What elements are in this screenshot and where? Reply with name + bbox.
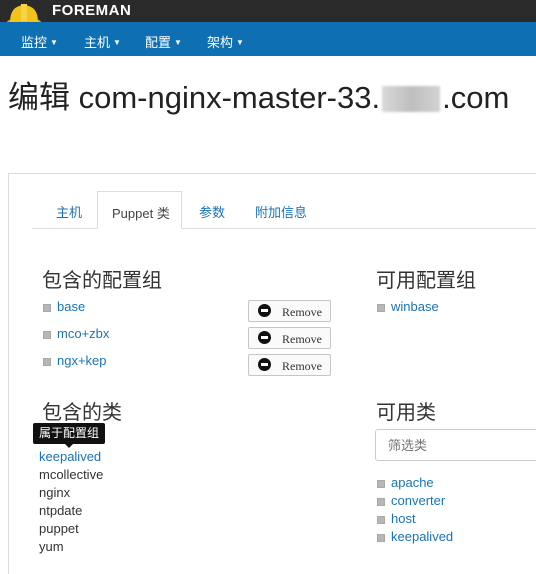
included-classes-heading: 包含的类 [42,402,122,424]
available-class-link[interactable]: keepalived [391,529,453,544]
available-class-link[interactable]: converter [391,493,445,508]
minus-circle-icon [258,331,271,344]
bullet-icon [377,480,385,488]
bullet-icon [377,516,385,524]
remove-label: Remove [282,305,322,319]
bullet-icon [377,304,385,312]
minus-circle-icon [258,304,271,317]
caret-down-icon: ▼ [174,38,182,47]
bullet-icon [43,358,51,366]
available-class-link[interactable]: host [391,511,416,526]
bullet-icon [43,304,51,312]
class-item[interactable]: ntpdate [39,503,82,518]
available-class-link[interactable]: apache [391,475,434,490]
nav-menu-label: 配置 [145,35,172,50]
main-nav: 监控 ▼ 主机 ▼ 配置 ▼ 架构 ▼ [0,22,536,56]
nav-menu-label: 架构 [207,35,234,50]
remove-config-group-button[interactable]: Remove [248,327,331,349]
tooltip: 属于配置组 [33,423,106,444]
available-config-group-link[interactable]: winbase [391,299,439,314]
nav-menu-infrastructure[interactable]: 架构 ▼ [207,32,244,51]
page-title-suffix: .com [442,80,510,115]
caret-down-icon: ▼ [50,38,58,47]
tab-puppet-classes[interactable]: Puppet 类 [97,191,182,229]
caret-down-icon: ▼ [113,38,121,47]
nav-menu-label: 监控 [21,35,48,50]
class-item[interactable]: puppet [39,521,79,536]
filter-classes-input[interactable] [375,429,536,461]
class-item[interactable]: keepalived [39,449,101,464]
included-config-groups-heading: 包含的配置组 [42,270,162,292]
remove-label: Remove [282,359,322,373]
caret-down-icon: ▼ [236,38,244,47]
remove-config-group-button[interactable]: Remove [248,300,331,322]
config-group-link[interactable]: base [57,299,85,314]
nav-menu-configure[interactable]: 配置 ▼ [145,32,182,51]
remove-config-group-button[interactable]: Remove [248,354,331,376]
bullet-icon [377,498,385,506]
brand-bar: FOREMAN [0,0,536,26]
config-group-link[interactable]: ngx+kep [57,353,107,368]
page-title: 编辑 com-nginx-master-33. .com [8,72,509,117]
class-item[interactable]: mcollective [39,467,103,482]
config-group-link[interactable]: mco+zbx [57,326,109,341]
tab-label: Puppet 类 [112,206,170,221]
minus-circle-icon [258,358,271,371]
nav-menu-hosts[interactable]: 主机 ▼ [84,32,121,51]
tab-additional-info[interactable]: 附加信息 [255,202,307,221]
nav-menu-label: 主机 [84,35,111,50]
redacted-region [382,86,441,112]
tooltip-arrow [65,444,73,448]
brand-name[interactable]: FOREMAN [52,2,131,19]
available-config-groups-heading: 可用配置组 [376,270,476,292]
tab-parameters[interactable]: 参数 [199,202,225,221]
class-item[interactable]: nginx [39,485,70,500]
remove-label: Remove [282,332,322,346]
bullet-icon [377,534,385,542]
available-classes-heading: 可用类 [376,402,436,424]
bullet-icon [43,331,51,339]
nav-menu-monitor[interactable]: 监控 ▼ [21,32,58,51]
tab-host[interactable]: 主机 [56,202,82,221]
page-title-prefix: 编辑 com-nginx-master-33. [8,80,381,115]
